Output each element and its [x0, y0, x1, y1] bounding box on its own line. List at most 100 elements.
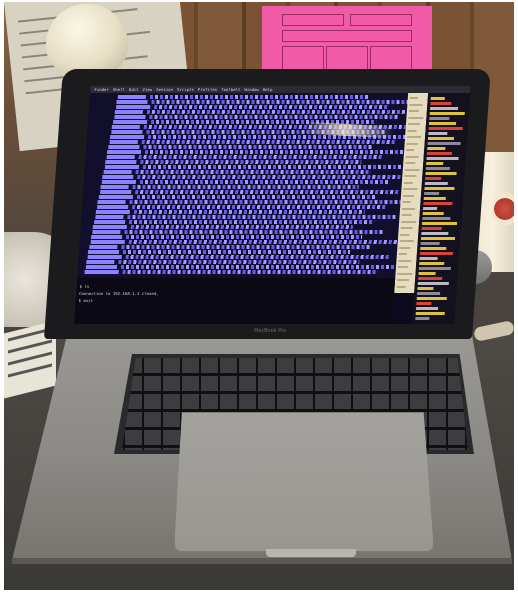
right-pane-row	[421, 222, 458, 225]
menu-item[interactable]: Edit	[129, 87, 139, 92]
right-pane-row	[427, 142, 461, 145]
menu-item[interactable]: Shell	[113, 87, 125, 92]
log-row-text	[128, 220, 375, 224]
log-row-tag	[87, 255, 122, 259]
right-pane-row	[424, 182, 448, 185]
right-pane-row	[426, 152, 453, 155]
right-pane-row	[428, 122, 457, 125]
menu-item[interactable]: Toolbelt	[221, 87, 241, 92]
side-panel-line	[402, 207, 416, 210]
pink-table-sheet	[262, 6, 432, 76]
menu-item[interactable]: Window	[244, 87, 259, 92]
log-row-text	[118, 260, 360, 264]
right-pane-row	[416, 302, 432, 305]
log-row-tag	[100, 185, 129, 189]
log-row-text	[121, 245, 372, 249]
log-row-tag	[86, 260, 115, 264]
side-panel-line	[400, 227, 413, 229]
log-row-text	[135, 170, 371, 174]
log-row-tag	[96, 205, 129, 209]
right-pane-row	[430, 102, 452, 105]
right-pane-row	[418, 277, 443, 280]
right-pane-row	[420, 242, 440, 245]
right-pane-row	[426, 157, 459, 160]
side-panel-line	[401, 214, 412, 216]
log-row-tag	[89, 245, 118, 249]
right-pane-row	[427, 137, 455, 140]
right-pane-row	[418, 272, 436, 275]
right-pane-row	[417, 282, 449, 285]
log-row-text	[146, 110, 419, 114]
log-row-text	[122, 270, 378, 274]
right-pane-row	[419, 262, 445, 265]
right-pane-row	[421, 227, 442, 230]
log-row-tag	[112, 125, 141, 129]
side-panel-line	[409, 97, 418, 99]
log-row-text	[131, 205, 387, 209]
right-pane-row	[416, 297, 447, 300]
right-pane-row	[422, 217, 451, 220]
laptop-screen: Finder Shell Edit View Session Scripts Profile…	[74, 86, 471, 324]
side-panel-line	[402, 201, 411, 203]
menu-item[interactable]: Profiles	[198, 87, 218, 92]
log-row-tag	[85, 265, 117, 269]
log-row-text	[153, 105, 389, 109]
side-panel-line	[405, 155, 419, 158]
log-row-text	[137, 175, 410, 179]
right-pane-row	[424, 187, 455, 190]
side-panel-line	[397, 266, 409, 268]
side-panel-line	[409, 103, 423, 106]
log-row-text	[124, 230, 384, 234]
right-pane-row	[415, 312, 445, 315]
log-row-text	[125, 255, 390, 259]
menu-item[interactable]: Scripts	[177, 87, 194, 92]
right-pane-row	[420, 247, 447, 250]
side-panel-line	[396, 285, 406, 288]
menu-item[interactable]: Session	[156, 87, 173, 92]
log-row-text	[141, 140, 395, 144]
side-panel-line	[399, 240, 414, 242]
log-row-text	[133, 210, 366, 214]
side-panel-line	[399, 246, 411, 249]
log-row-tag	[101, 180, 136, 184]
log-row-text	[139, 180, 389, 184]
log-row-tag	[92, 230, 121, 234]
log-row-tag	[94, 215, 124, 219]
right-pane-row	[418, 267, 451, 270]
side-panel-line	[408, 116, 424, 119]
log-row-tag	[84, 270, 119, 274]
side-panel-line	[404, 175, 417, 177]
log-row-tag	[113, 115, 146, 119]
log-row-tag	[117, 95, 147, 99]
right-pane-row	[423, 197, 446, 200]
log-row-tag	[88, 250, 120, 254]
menu-item[interactable]: Help	[263, 87, 273, 92]
photo: Finder Shell Edit View Session Scripts Profile…	[4, 2, 514, 590]
right-pane-row	[419, 252, 454, 255]
log-row-text	[140, 160, 362, 164]
log-row-text	[143, 145, 374, 149]
log-row-tag	[93, 220, 126, 224]
log-row-text	[134, 190, 398, 194]
menu-item[interactable]: Finder	[94, 87, 109, 92]
log-row-tag	[110, 135, 145, 139]
side-panel-line	[397, 279, 410, 281]
right-pane-row	[429, 117, 450, 120]
log-row-text	[149, 95, 371, 99]
menu-item[interactable]: View	[142, 87, 152, 92]
terminal-log-output	[77, 93, 425, 278]
log-row-text	[126, 215, 396, 219]
log-row-tag	[112, 120, 148, 124]
side-panel-line	[407, 136, 422, 138]
right-pane-row	[423, 202, 453, 205]
right-pane-row	[415, 317, 430, 320]
right-pane-row	[429, 112, 465, 115]
mug-logo	[492, 192, 514, 226]
right-pane-row	[428, 127, 463, 130]
log-row-tag	[114, 110, 144, 114]
right-pane-row	[427, 147, 446, 150]
right-pane-row	[430, 97, 445, 100]
side-panel-line	[407, 123, 421, 125]
log-row-text	[138, 155, 383, 159]
right-pane-row	[422, 212, 444, 215]
